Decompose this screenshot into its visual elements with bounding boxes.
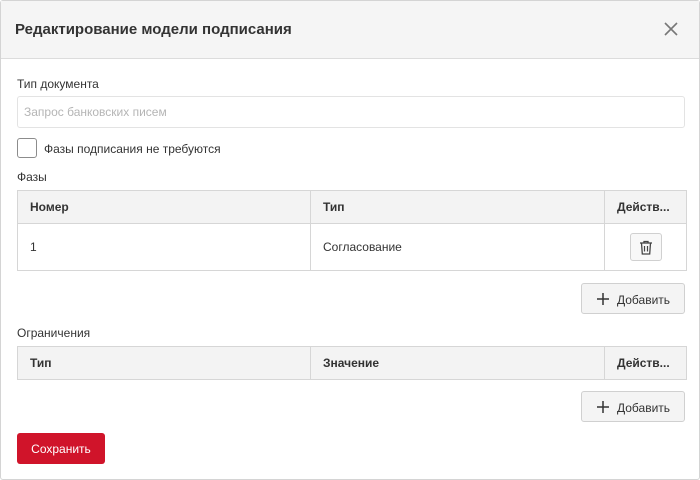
edit-signing-model-dialog: Редактирование модели подписания Тип док… — [0, 0, 700, 480]
plus-icon — [597, 401, 609, 413]
column-header-type[interactable]: Тип — [310, 190, 605, 224]
add-restriction-label: Добавить — [617, 401, 671, 415]
document-type-label: Тип документа — [17, 77, 99, 91]
dialog-title: Редактирование модели подписания — [15, 21, 292, 38]
restrictions-label: Ограничения — [17, 326, 91, 340]
column-header-actions[interactable]: Действ... — [604, 190, 687, 224]
column-header-value[interactable]: Значение — [310, 346, 605, 380]
phase-type-cell: Согласование — [310, 223, 605, 271]
close-button[interactable] — [657, 15, 685, 43]
restrictions-table: Тип Значение Действ... — [17, 346, 687, 380]
add-restriction-button[interactable]: Добавить — [581, 391, 685, 422]
table-row: 1 Согласование — [17, 223, 687, 271]
delete-phase-button[interactable] — [629, 233, 662, 261]
phase-number-cell: 1 — [17, 223, 311, 271]
column-header-number[interactable]: Номер — [17, 190, 311, 224]
no-phases-checkbox-row: Фазы подписания не требуются — [17, 138, 277, 160]
close-icon — [664, 22, 678, 36]
phase-actions-cell — [604, 223, 687, 271]
document-type-input[interactable] — [17, 96, 685, 128]
add-phase-button[interactable]: Добавить — [581, 283, 685, 314]
trash-icon — [639, 240, 652, 255]
save-button[interactable]: Сохранить — [17, 433, 105, 464]
plus-icon — [597, 293, 609, 305]
column-header-type[interactable]: Тип — [17, 346, 311, 380]
add-phase-label: Добавить — [617, 293, 671, 307]
column-header-actions[interactable]: Действ... — [604, 346, 687, 380]
restrictions-table-header: Тип Значение Действ... — [17, 346, 687, 380]
no-phases-checkbox[interactable] — [17, 138, 37, 158]
no-phases-checkbox-label: Фазы подписания не требуются — [44, 142, 221, 156]
phases-table: Номер Тип Действ... 1 Согласование — [17, 190, 687, 271]
dialog-header: Редактирование модели подписания — [1, 1, 699, 59]
phases-label: Фазы — [17, 170, 47, 184]
phases-table-header: Номер Тип Действ... — [17, 190, 687, 224]
